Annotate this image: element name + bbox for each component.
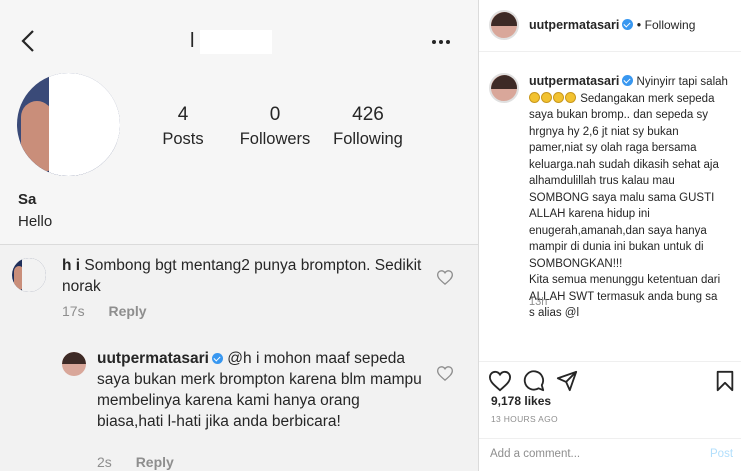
comment-time: 17s: [62, 303, 85, 319]
comment-text: uutpermatasari @h i mohon maaf sepeda sa…: [97, 348, 422, 432]
verified-badge-icon: [211, 353, 223, 364]
separator-dot: •: [636, 18, 642, 32]
avatar-redaction: [49, 73, 120, 176]
share-icon[interactable]: [556, 370, 578, 392]
caption-body: Sedangakan merk sepeda saya bukan bromp.…: [529, 92, 721, 320]
posts-count: 4: [177, 104, 189, 125]
heart-icon[interactable]: [437, 270, 453, 285]
redaction-box: [200, 30, 272, 54]
posts-stat[interactable]: 4 Posts: [153, 104, 213, 149]
avatar-hair: [491, 75, 517, 89]
author-username[interactable]: uutpermatasari: [529, 18, 619, 32]
grinning-sweat-emoji-icon: [553, 91, 564, 103]
post-panel: uutpermatasari • Following uutpermatasar…: [478, 0, 741, 471]
comment-time: 2s: [97, 454, 112, 470]
add-comment-bar: Post: [479, 438, 741, 471]
comment-text: h i Sombong bgt mentang2 punya brompton.…: [62, 255, 422, 297]
author-avatar[interactable]: [489, 10, 519, 40]
avatar-redaction: [22, 258, 46, 292]
back-arrow-icon[interactable]: [18, 28, 38, 54]
heart-icon[interactable]: [437, 366, 453, 381]
verified-badge-icon: [622, 75, 634, 86]
posts-label: Posts: [162, 130, 204, 148]
grinning-sweat-emoji-icon: [541, 91, 552, 103]
verified-badge-icon: [622, 19, 634, 30]
comment-meta: 2s Reply: [97, 454, 174, 470]
caption-first-line: Nyinyirr tapi salah: [636, 76, 728, 88]
likes-count[interactable]: 9,178 likes: [491, 394, 551, 408]
caption-username[interactable]: uutpermatasari: [529, 74, 619, 88]
post-timestamp: 13 HOURS AGO: [491, 414, 558, 424]
post-author-line: uutpermatasari • Following: [529, 18, 695, 32]
grinning-sweat-emoji-icon: [529, 91, 540, 103]
redaction-box: [38, 190, 130, 210]
post-actions: 9,178 likes 13 HOURS AGO Post: [479, 361, 741, 471]
avatar-hair: [62, 352, 86, 364]
followers-count: 0: [269, 104, 281, 125]
heart-icon[interactable]: [489, 370, 511, 392]
comment-input[interactable]: [490, 448, 690, 460]
more-options-icon[interactable]: [430, 34, 452, 50]
avatar-hair: [491, 12, 517, 26]
following-stat[interactable]: 426 Following: [327, 104, 409, 149]
comment-icon[interactable]: [523, 370, 545, 392]
bookmark-icon[interactable]: [714, 370, 736, 392]
comment-meta: 17s Reply: [62, 303, 147, 319]
profile-avatar[interactable]: [17, 73, 120, 176]
following-label: Following: [333, 130, 403, 148]
caption-time: 13h: [529, 296, 548, 308]
comment-username[interactable]: h i: [62, 257, 80, 274]
grinning-sweat-emoji-icon: [565, 91, 576, 103]
post-header: uutpermatasari • Following: [479, 0, 741, 52]
post-caption: uutpermatasari Nyinyirr tapi salah Sedan…: [529, 73, 734, 322]
reply-button[interactable]: Reply: [108, 303, 146, 319]
post-comment-button[interactable]: Post: [710, 448, 733, 460]
comment-body: Sombong bgt mentang2 punya brompton. Sed…: [62, 257, 422, 295]
following-count: 426: [352, 104, 384, 125]
commenter-avatar[interactable]: [62, 352, 86, 376]
comment-mention[interactable]: @h i: [227, 350, 259, 367]
divider: [0, 244, 478, 245]
following-button[interactable]: Following: [645, 18, 696, 32]
reply-button[interactable]: Reply: [136, 454, 174, 470]
caption-author-avatar[interactable]: [489, 73, 519, 103]
commenter-avatar[interactable]: [12, 258, 46, 292]
profile-panel: l ai 4 Posts 0 Followers 426 Following S…: [0, 0, 478, 471]
followers-label: Followers: [239, 130, 311, 148]
comment-username[interactable]: uutpermatasari: [97, 350, 209, 367]
followers-stat[interactable]: 0 Followers: [234, 104, 316, 149]
profile-bio: Hello: [18, 213, 53, 230]
